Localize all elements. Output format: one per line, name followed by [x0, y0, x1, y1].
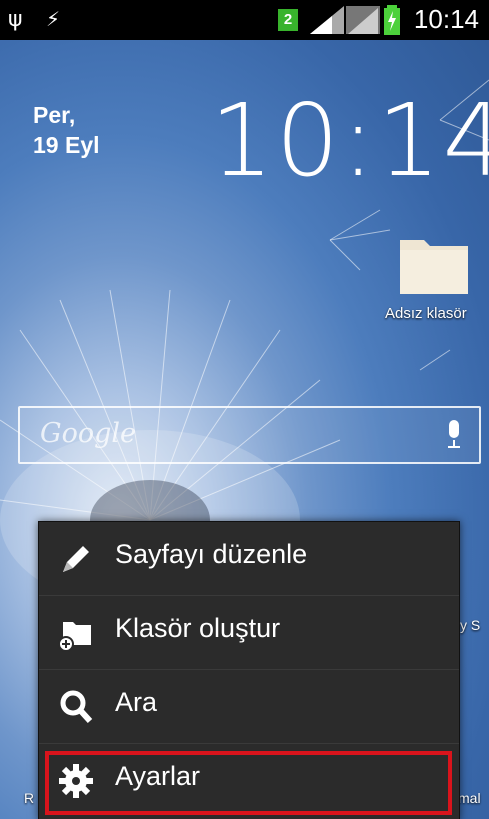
- clock-widget[interactable]: 10:14: [210, 82, 489, 199]
- date-widget[interactable]: Per, 19 Eyl: [33, 100, 100, 160]
- menu-item-label: Sayfayı düzenle: [115, 539, 308, 569]
- home-screen: ψ ⚡ 2 10:14 Per, 19 Eyl 10:14 Adsız klas…: [0, 0, 489, 819]
- usb-icon: ψ: [8, 7, 23, 32]
- edge-app-label-left[interactable]: R: [24, 790, 34, 806]
- search-icon: [60, 690, 93, 724]
- menu-item-label: Klasör oluştur: [115, 613, 281, 643]
- wifi-signal-icon: [346, 6, 380, 34]
- new-folder-icon: [58, 622, 91, 652]
- pencil-icon: [63, 546, 89, 572]
- folder-label[interactable]: Adsız klasör: [385, 305, 467, 322]
- google-search-bar[interactable]: Google: [18, 406, 481, 464]
- debug-icon: ⚡: [46, 7, 61, 31]
- battery-icon: [384, 5, 400, 35]
- signal-icon: [310, 6, 344, 34]
- menu-item-search[interactable]: Ara: [39, 670, 459, 744]
- menu-item-label: Ara: [115, 687, 158, 717]
- status-time: 10:14: [413, 4, 479, 34]
- notification-count-badge: 2: [278, 9, 298, 31]
- date-day: Per,: [33, 102, 76, 128]
- menu-item-edit-page[interactable]: Sayfayı düzenle: [39, 522, 459, 596]
- edge-app-label-right-2[interactable]: mal: [458, 790, 481, 806]
- date-date: 19 Eyl: [33, 132, 100, 158]
- folder-icon[interactable]: [400, 232, 468, 294]
- edge-app-label-right-1[interactable]: y S: [460, 617, 480, 633]
- status-bar: ψ ⚡ 2 10:14: [0, 0, 489, 40]
- search-logo-text: Google: [40, 418, 136, 449]
- settings-highlight-box: [45, 751, 452, 815]
- menu-item-create-folder[interactable]: Klasör oluştur: [39, 596, 459, 670]
- microphone-icon[interactable]: [445, 420, 463, 450]
